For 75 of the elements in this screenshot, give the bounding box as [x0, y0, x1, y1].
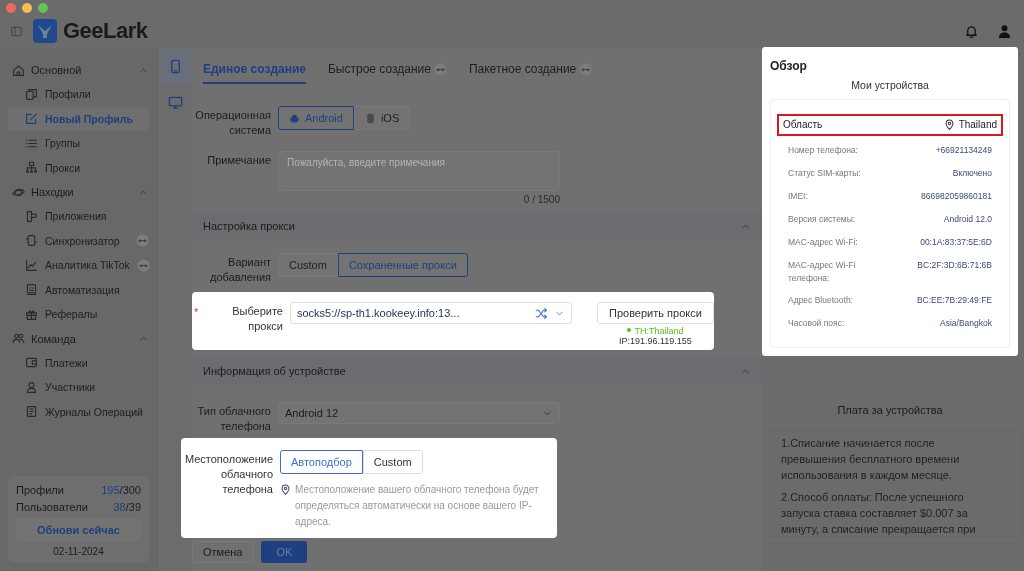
tab[interactable]: Пакетное создание: [468, 62, 593, 84]
detail-value: 866982059860181: [921, 190, 992, 203]
cancel-button[interactable]: Отмена: [192, 541, 254, 563]
fee-paragraph: 2.Способ оплаты: После успешного запуска ставка составляет $0.007 за минуту, а списание прекращается при: [781, 490, 977, 537]
detail-label: Номер телефона:: [788, 144, 858, 157]
detail-label: Адрес Bluetooth:: [788, 294, 853, 307]
option-button[interactable]: Custom: [278, 253, 338, 277]
option-button[interactable]: Сохраненные прокси: [337, 253, 468, 277]
stat-value: 38/39: [113, 501, 141, 513]
ok-button[interactable]: OK: [261, 541, 308, 563]
sidebar-group-label[interactable]: Основной: [31, 64, 132, 76]
date-text: 02-11-2024: [52, 546, 105, 557]
detail-label: IMEI:: [788, 190, 808, 203]
detail-value: Android 12.0: [943, 213, 992, 226]
sidebar-item[interactable]: Синхронизатор: [8, 228, 149, 253]
proxy-ip: IP:191.96.119.155: [618, 336, 692, 346]
field-label: Вариант добавления: [209, 255, 271, 285]
section-header[interactable]: Информация об устройстве: [192, 358, 762, 384]
detail-label: Версия системы:: [788, 213, 856, 226]
sidebar-item[interactable]: Рефералы: [8, 302, 149, 327]
stat-label: Профили: [16, 484, 64, 496]
detail-value: Включено: [952, 167, 992, 180]
option-button[interactable]: Custom: [362, 450, 423, 474]
detail-value: +66921134249: [935, 144, 992, 157]
sidebar-item[interactable]: Группы: [8, 131, 149, 156]
detail-label: Часовой пояс:: [788, 317, 845, 330]
sidebar-item[interactable]: Профили: [8, 82, 149, 107]
field-label: Примечание: [206, 153, 271, 168]
sidebar-item[interactable]: Аналитика TikTok: [8, 253, 149, 278]
detail-label: Область: [783, 118, 823, 131]
stat-value: 195/300: [101, 484, 141, 496]
phone-type-select[interactable]: Android 12: [278, 402, 560, 424]
tab[interactable]: Быстрое создание: [328, 62, 447, 84]
fees-title: Плата за устройства: [836, 404, 944, 416]
sidebar-item[interactable]: Прокси: [8, 155, 149, 180]
detail-label: Статус SIM-карты:: [788, 167, 861, 180]
field-label: Местоположение облачного телефона: [183, 452, 273, 497]
panel-subtitle: Мои устройства: [850, 79, 930, 91]
field-label: Выберите прокси: [231, 304, 283, 334]
sidebar-item[interactable]: Участники: [8, 375, 149, 400]
option-button[interactable]: Автоподбор: [280, 450, 363, 474]
check-proxy-button[interactable]: Проверить прокси: [597, 302, 714, 324]
proxy-location: TH:Thailand: [634, 326, 684, 336]
required-mark: *: [194, 306, 199, 318]
detail-label: MAC-адрес Wi-Fi телефона:: [788, 259, 857, 285]
proxy-select[interactable]: socks5://sp-th1.kookeey.info:13...: [290, 302, 572, 324]
tab[interactable]: Единое создание: [203, 62, 306, 84]
note-field[interactable]: Пожалуйста, введите примечания: [278, 151, 560, 191]
panel-title: Обзор: [770, 59, 808, 73]
section-header[interactable]: Настройка прокси: [192, 213, 762, 239]
field-label: Тип облачного телефона: [196, 404, 271, 434]
option-button[interactable]: Android: [278, 106, 354, 130]
sidebar-group-label[interactable]: Находки: [31, 186, 132, 198]
section-title: Настройка прокси: [203, 220, 295, 232]
logo-text: GeeLark: [63, 18, 148, 44]
detail-value: 00:1A:83:37:5E:6D: [920, 236, 992, 249]
option-button[interactable]: iOS: [353, 106, 411, 130]
section-title: Информация об устройстве: [203, 365, 346, 377]
stat-label: Пользователи: [16, 501, 88, 513]
detail-value: Thailand: [958, 118, 997, 131]
character-counter: 0 / 1500: [522, 194, 560, 205]
detail-value: Asia/Bangkok: [940, 317, 992, 330]
sidebar-group-label[interactable]: Команда: [31, 332, 132, 345]
upgrade-button[interactable]: Обнови сейчас: [16, 518, 141, 541]
fee-paragraph: 1.Списание начинается после превышения бесплатного времени использования в каждом месяце.: [781, 436, 961, 483]
detail-value: BC:EE:7B:29:49:FE: [916, 294, 992, 307]
sidebar-item[interactable]: Автоматизация: [8, 277, 149, 302]
sidebar-item[interactable]: Платежи: [8, 350, 149, 375]
detail-value: BC:2F:3D:6B:71:6B: [917, 259, 992, 272]
sidebar-item[interactable]: Журналы Операций: [8, 399, 149, 424]
sidebar-item[interactable]: Новый Профиль: [8, 106, 149, 131]
sidebar-item[interactable]: Приложения: [8, 204, 149, 229]
detail-label: MAC-адрес Wi-Fi:: [788, 236, 858, 249]
field-label: Операционная система: [194, 108, 271, 138]
hint-text: Местоположение вашего облачного телефона будет определяться автоматически на основе вашего IP-адреса.: [295, 483, 540, 529]
